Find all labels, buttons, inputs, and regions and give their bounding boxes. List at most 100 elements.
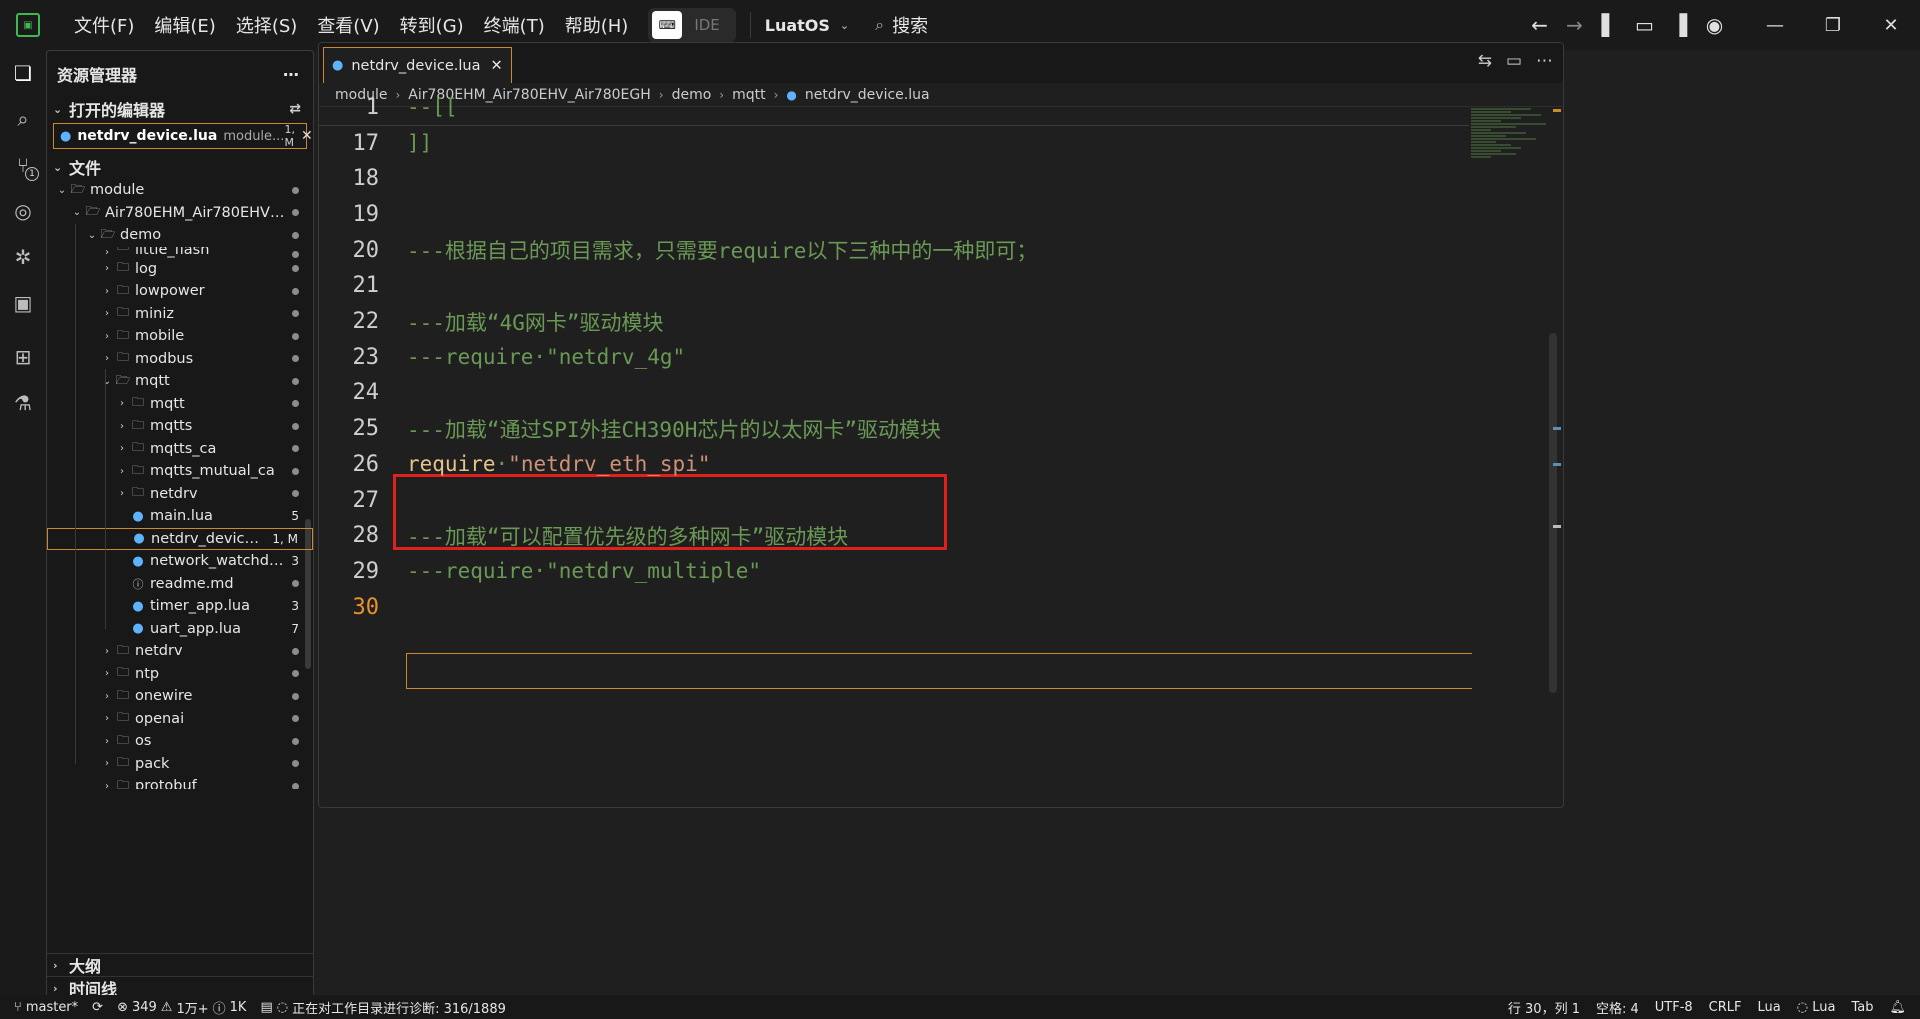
code-line[interactable]: 28 ---加载“可以配置优先级的多种网卡”驱动模块: [319, 518, 1469, 554]
cursor-position[interactable]: 行 30，列 1: [1508, 998, 1580, 1017]
branch-status[interactable]: ⑂ master*: [14, 1000, 78, 1015]
close-tab-icon[interactable]: ✕: [490, 58, 502, 74]
tree-item[interactable]: › 🗀︎ mqtts_ca: [47, 438, 313, 461]
tree-item[interactable]: › 🗀︎ miniz: [47, 303, 313, 326]
tree-item[interactable]: › 🗀︎ mqtt: [47, 393, 313, 416]
code-editor[interactable]: 1 --[[ 17]] 18 19 20 ---根据自己的项目需求，只需要require…: [319, 95, 1472, 807]
command-search[interactable]: ⌕ 搜索: [875, 12, 928, 38]
lua-file-icon: ●: [132, 508, 144, 524]
sync-status[interactable]: ⟳: [92, 1000, 103, 1015]
forward-arrow-icon[interactable]: →: [1557, 13, 1592, 37]
encoding[interactable]: UTF-8: [1655, 1000, 1693, 1015]
lua-server-status[interactable]: ◌ Lua: [1797, 1000, 1836, 1015]
tree-item[interactable]: › 🗀︎ os: [47, 730, 313, 753]
tree-item[interactable]: › 🗀︎ mqtts: [47, 415, 313, 438]
tree-item[interactable]: ● main.lua 5: [47, 505, 313, 528]
remote-explorer-icon[interactable]: ▣: [0, 280, 46, 326]
source-control-icon[interactable]: ⑂ 1: [0, 142, 46, 188]
eye-icon[interactable]: ◎: [0, 188, 46, 234]
menu-item[interactable]: 文件(F): [64, 0, 144, 50]
tree-item[interactable]: ● uart_app.lua 7: [47, 618, 313, 641]
editor-scrollbar[interactable]: [1549, 333, 1557, 693]
tree-item[interactable]: › 🗀︎ lowpower: [47, 280, 313, 303]
code-line[interactable]: 19: [319, 196, 1469, 232]
back-arrow-icon[interactable]: ←: [1522, 13, 1557, 37]
menu-item[interactable]: 编辑(E): [144, 0, 225, 50]
extensions-icon[interactable]: ⊞: [0, 334, 46, 380]
account-icon[interactable]: ◉: [1697, 13, 1732, 37]
tree-item[interactable]: › 🗀︎ protobuf: [47, 775, 313, 789]
search-view-icon[interactable]: ⌕: [0, 96, 46, 142]
sticky-scroll-line[interactable]: 1 --[[: [319, 89, 1469, 125]
restore-button[interactable]: ❐: [1804, 15, 1862, 36]
sidebar-bottom-sections: › 大纲 › 时间线: [47, 953, 313, 999]
menu-item[interactable]: 选择(S): [226, 0, 307, 50]
tree-item[interactable]: ● netdrv_device.lua 1, M: [47, 527, 313, 550]
tree-item[interactable]: › 🗀︎ log: [47, 258, 313, 281]
debug-icon[interactable]: ✲: [0, 234, 46, 280]
split-editor-icon[interactable]: ▭: [1506, 51, 1522, 71]
chevron-down-icon: ⌄: [53, 102, 63, 116]
tree-item[interactable]: › 🗀︎ pack: [47, 753, 313, 776]
code-line[interactable]: 26 require·"netdrv_eth_spi": [319, 446, 1469, 482]
end-of-line[interactable]: CRLF: [1709, 1000, 1742, 1015]
ide-mode-icon[interactable]: ⌨: [652, 11, 683, 39]
tree-item[interactable]: › 🗀︎ onewire: [47, 685, 313, 708]
code-line[interactable]: 23 ---require·"netdrv_4g": [319, 339, 1469, 375]
minimize-button[interactable]: —: [1746, 15, 1804, 36]
toggle-secondary-sidebar-icon[interactable]: ▐: [1662, 13, 1697, 37]
diagnostics-status[interactable]: ▤ ◌ 正在对工作目录进行诊断: 316/1889: [260, 998, 505, 1017]
toggle-panel-icon[interactable]: ▭: [1627, 13, 1662, 37]
compare-changes-icon[interactable]: ⇆: [1478, 51, 1492, 71]
problems-status[interactable]: ⊗ 349 ⚠ 1万+ ⓘ 1K: [117, 998, 246, 1017]
tree-item[interactable]: › 🗀︎ modbus: [47, 348, 313, 371]
tab-netdrv-device[interactable]: ● netdrv_device.lua ✕: [323, 47, 512, 83]
outline-section[interactable]: › 大纲: [47, 953, 313, 976]
tree-item[interactable]: ⌄🗁︎ Air780EHM_Air780EHV_Air78...: [47, 202, 313, 225]
tree-item[interactable]: › 🗀︎ netdrv: [47, 640, 313, 663]
code-line[interactable]: 21: [319, 268, 1469, 304]
tree-item[interactable]: › 🗀︎ openai: [47, 708, 313, 731]
tree-item[interactable]: ● network_watchdog.lua 3: [47, 550, 313, 573]
explorer-icon[interactable]: ❏: [0, 50, 46, 96]
ide-label[interactable]: IDE: [682, 16, 731, 34]
tree-item[interactable]: › 🗀︎ mobile: [47, 325, 313, 348]
code-line[interactable]: 25 ---加载“通过SPI外挂CH390H芯片的以太网卡”驱动模块: [319, 411, 1469, 447]
code-line[interactable]: 27: [319, 482, 1469, 518]
code-text: --[[: [407, 95, 458, 119]
tree-item[interactable]: ⌄ 🗁︎ mqtt: [47, 370, 313, 393]
files-section[interactable]: ⌄ 文件: [47, 155, 313, 179]
code-line[interactable]: 30: [319, 589, 1469, 625]
project-selector[interactable]: LuatOS ⌄: [765, 16, 849, 35]
open-editor-item[interactable]: ● netdrv_device.lua module... 1, M ✕: [53, 123, 313, 149]
toggle-layout-icon[interactable]: ⇄: [289, 101, 301, 117]
code-line[interactable]: 22 ---加载“4G网卡”驱动模块: [319, 304, 1469, 340]
code-line[interactable]: 20 ---根据自己的项目需求，只需要require以下三种中的一种即可；: [319, 232, 1469, 268]
code-line[interactable]: 18: [319, 161, 1469, 197]
open-editors-section[interactable]: ⌄ 打开的编辑器 ⇄: [47, 97, 313, 121]
language-mode[interactable]: Lua: [1758, 1000, 1781, 1015]
indentation[interactable]: 空格: 4: [1596, 998, 1639, 1017]
tree-item[interactable]: ● timer_app.lua 3: [47, 595, 313, 618]
tree-item[interactable]: › 🗀︎ netdrv: [47, 483, 313, 506]
testing-icon[interactable]: ⚗: [0, 380, 46, 426]
code-line[interactable]: 24: [319, 375, 1469, 411]
tree-item[interactable]: › 🗀︎little_flash: [47, 247, 313, 258]
tab-mode[interactable]: Tab: [1851, 1000, 1873, 1015]
tree-item[interactable]: ⌄ 🗁︎ module: [47, 179, 313, 202]
code-line[interactable]: 29 ---require·"netdrv_multiple": [319, 553, 1469, 589]
more-actions-icon[interactable]: ⋯: [1536, 51, 1553, 71]
toggle-primary-sidebar-icon[interactable]: ▌: [1592, 13, 1627, 37]
more-actions-icon[interactable]: ⋯: [283, 65, 299, 84]
tree-item[interactable]: › 🗀︎ mqtts_mutual_ca: [47, 460, 313, 483]
close-editor-icon[interactable]: ✕: [301, 128, 313, 144]
tree-item[interactable]: ⓘ readme.md: [47, 573, 313, 596]
minimap[interactable]: [1471, 107, 1553, 167]
notifications-bell-icon[interactable]: 🔔︎: [1889, 1000, 1906, 1015]
app-logo-icon[interactable]: ▣: [16, 13, 40, 37]
tree-item[interactable]: ⌄ 🗁︎ demo: [47, 224, 313, 247]
ide-toggle[interactable]: ⌨ IDE: [648, 8, 736, 42]
close-button[interactable]: ✕: [1862, 15, 1920, 36]
code-line[interactable]: 17]]: [319, 125, 1469, 161]
tree-item[interactable]: › 🗀︎ ntp: [47, 663, 313, 686]
